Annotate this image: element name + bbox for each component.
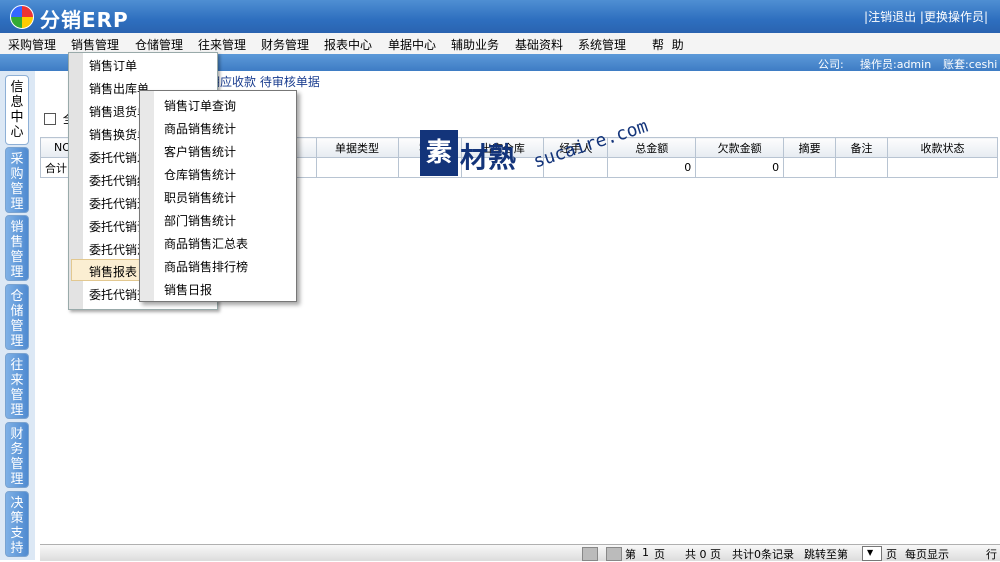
select-all-checkbox[interactable] (44, 112, 56, 125)
menu-auxiliary[interactable]: 辅助业务 (451, 36, 499, 53)
submenu-item-customer-stats[interactable]: 客户销售统计 (164, 143, 236, 160)
menu-item-sales-order[interactable]: 销售订单 (89, 57, 137, 74)
col-header[interactable]: 总金额 (607, 137, 697, 158)
side-tab-finance[interactable]: 财务管理 (5, 422, 29, 488)
col-header[interactable]: 经手人 (543, 137, 609, 158)
logo-icon (10, 5, 34, 29)
submenu-item-staff-stats[interactable]: 职员销售统计 (164, 189, 236, 206)
col-header[interactable]: 客户 (397, 137, 463, 158)
menu-purchase[interactable]: 采购管理 (8, 36, 56, 53)
submenu-item-daily-report[interactable]: 销售日报 (164, 281, 212, 298)
submenu-item-warehouse-stats[interactable]: 仓库销售统计 (164, 166, 236, 183)
sales-report-submenu: 销售订单查询 商品销售统计 客户销售统计 仓库销售统计 职员销售统计 部门销售统… (139, 90, 297, 302)
submenu-item-product-ranking[interactable]: 商品销售排行榜 (164, 258, 248, 275)
col-header[interactable]: 欠款金额 (695, 137, 785, 158)
side-tab-decision[interactable]: 决策支持 (5, 491, 29, 557)
prev-page-button[interactable] (582, 547, 598, 561)
menu-reports[interactable]: 报表中心 (324, 36, 372, 53)
pager-bar: 第 1 页 共 0 页 共计0条记录 跳转至第 页 每页显示 行 (40, 544, 1000, 561)
submenu-item-order-query[interactable]: 销售订单查询 (164, 97, 236, 114)
side-tab-accounts[interactable]: 往来管理 (5, 353, 29, 419)
submenu-item-product-summary[interactable]: 商品销售汇总表 (164, 235, 248, 252)
page-jump-select[interactable] (862, 546, 882, 561)
submenu-item-dept-stats[interactable]: 部门销售统计 (164, 212, 236, 229)
company-label: 公司: (818, 58, 844, 71)
side-tab-info-center[interactable]: 信息中心 (5, 75, 29, 145)
menu-finance[interactable]: 财务管理 (261, 36, 309, 53)
side-nav: 信息中心 采购管理 销售管理 仓储管理 往来管理 财务管理 决策支持 (0, 71, 35, 560)
menu-item-sales-report[interactable]: 销售报表 (89, 263, 137, 280)
menu-basic-data[interactable]: 基础资料 (515, 36, 563, 53)
app-logo-text: 分销ERP (40, 8, 129, 32)
operator-label: 操作员:admin (860, 58, 932, 71)
menu-help[interactable]: 帮 助 (652, 36, 684, 53)
menu-system[interactable]: 系统管理 (578, 36, 626, 53)
submenu-item-product-stats[interactable]: 商品销售统计 (164, 120, 236, 137)
app-header: 分销ERP |注销退出 |更换操作员| (0, 0, 1000, 33)
side-tab-sales[interactable]: 销售管理 (5, 215, 29, 281)
menu-documents[interactable]: 单据中心 (388, 36, 436, 53)
col-header[interactable]: 摘要 (783, 137, 837, 158)
col-header[interactable]: 收款状态 (887, 137, 998, 158)
side-tab-purchase[interactable]: 采购管理 (5, 147, 29, 213)
debt-amount-value: 0 (695, 157, 785, 178)
quick-links[interactable]: 期应收款 待审核单据 (208, 73, 320, 90)
logout-link[interactable]: |注销退出 (864, 10, 916, 24)
account-label: 账套:ceshi (943, 58, 998, 71)
menu-warehouse[interactable]: 仓储管理 (135, 36, 183, 53)
menu-sales[interactable]: 销售管理 (71, 36, 119, 53)
switch-operator-link[interactable]: |更换操作员| (920, 10, 988, 24)
menu-accounts[interactable]: 往来管理 (198, 36, 246, 53)
total-amount-value: 0 (607, 157, 697, 178)
side-tab-warehouse[interactable]: 仓储管理 (5, 284, 29, 350)
col-header[interactable]: 出库仓库 (461, 137, 545, 158)
page-number: 1 (642, 546, 649, 559)
next-page-button[interactable] (606, 547, 622, 561)
col-header[interactable]: 备注 (835, 137, 889, 158)
header-links: |注销退出 |更换操作员| (864, 8, 988, 25)
col-header[interactable]: 单据类型 (315, 137, 399, 158)
